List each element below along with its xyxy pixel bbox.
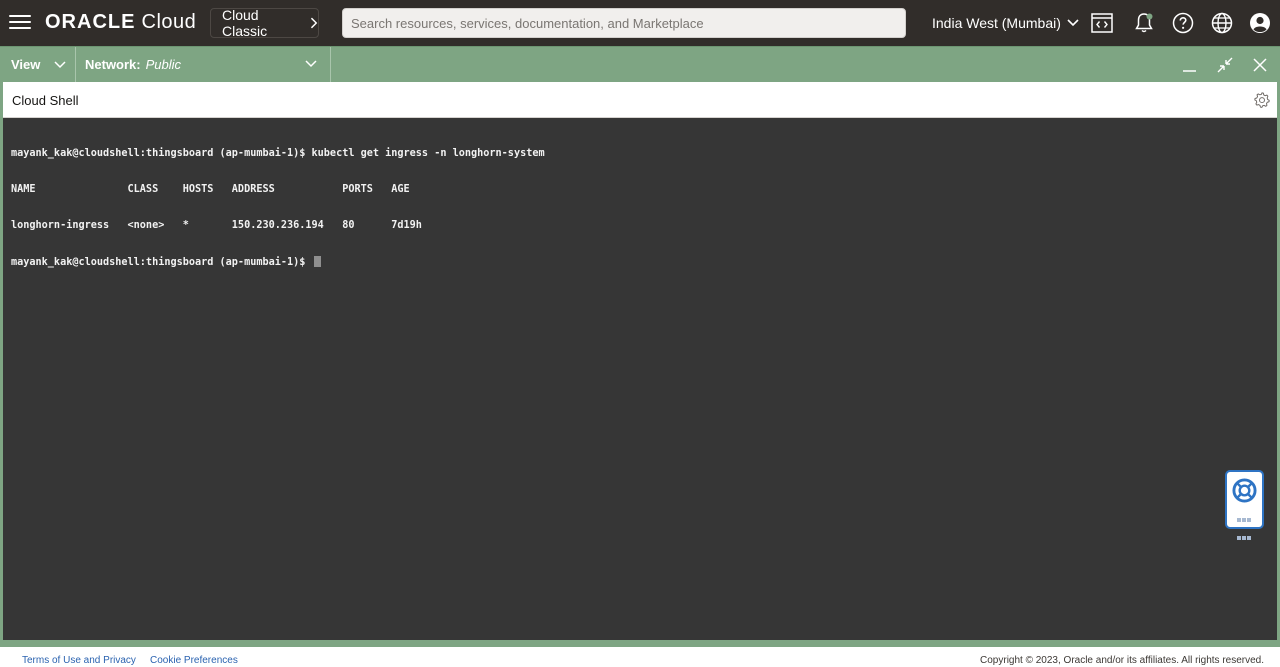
copyright-text: Copyright © 2023, Oracle and/or its affi… [980, 655, 1264, 666]
terms-link[interactable]: Terms of Use and Privacy [22, 655, 136, 666]
help-widget-button[interactable] [1225, 470, 1264, 540]
bell-icon[interactable] [1132, 11, 1156, 35]
cloud-classic-label: Cloud Classic [222, 7, 268, 39]
chevron-right-icon [311, 17, 318, 29]
globe-icon[interactable] [1210, 11, 1234, 35]
minimize-icon[interactable] [1180, 55, 1200, 75]
network-value: Public [145, 57, 182, 72]
cookie-preferences-link[interactable]: Cookie Preferences [150, 655, 238, 666]
search-input[interactable] [342, 8, 906, 38]
chevron-down-icon [305, 60, 317, 68]
logo-brand: ORACLE [45, 11, 136, 33]
view-menu-label: View [11, 57, 41, 72]
terminal-window[interactable]: mayank_kak@cloudshell:thingsboard (ap-mu… [3, 118, 1277, 640]
terminal-line: longhorn-ingress <none> * 150.230.236.19… [11, 220, 422, 231]
profile-icon[interactable] [1248, 11, 1272, 35]
oracle-cloud-logo[interactable]: ORACLE Cloud [45, 11, 196, 34]
cloud-shell-toolbar: View Network: Public [0, 46, 1280, 82]
top-navigation-bar: ORACLE Cloud Cloud Classic India West (M… [0, 0, 1280, 46]
close-icon[interactable] [1250, 55, 1270, 75]
chevron-down-icon [54, 60, 66, 68]
terminal-line: NAME CLASS HOSTS ADDRESS PORTS AGE [11, 184, 410, 195]
cloud-shell-title: Cloud Shell [12, 93, 79, 108]
region-label: India West (Mumbai) [932, 15, 1061, 31]
restore-icon[interactable] [1215, 55, 1235, 75]
chevron-down-icon [1067, 19, 1079, 27]
code-editor-icon[interactable] [1090, 11, 1114, 35]
cloud-shell-header: Cloud Shell [3, 82, 1277, 118]
network-label: Network: [85, 57, 141, 72]
hamburger-menu-icon[interactable] [8, 12, 32, 34]
logo-product: Cloud [141, 11, 197, 33]
terminal-line: mayank_kak@cloudshell:thingsboard (ap-mu… [11, 148, 545, 159]
lifebuoy-icon [1232, 478, 1257, 503]
page-footer: Terms of Use and Privacy Cookie Preferen… [0, 644, 1280, 667]
terminal-prompt-line: mayank_kak@cloudshell:thingsboard (ap-mu… [11, 256, 1269, 268]
terminal-prompt: mayank_kak@cloudshell:thingsboard (ap-mu… [11, 257, 312, 268]
terminal-cursor [313, 256, 321, 267]
view-menu[interactable]: View [0, 47, 76, 82]
drag-handle-icon[interactable] [1237, 510, 1255, 546]
help-icon[interactable] [1171, 11, 1195, 35]
region-selector[interactable]: India West (Mumbai) [932, 15, 1079, 31]
cloud-classic-button[interactable]: Cloud Classic [210, 7, 319, 39]
gear-icon[interactable] [1253, 91, 1271, 109]
network-selector[interactable]: Network: Public [76, 47, 331, 82]
